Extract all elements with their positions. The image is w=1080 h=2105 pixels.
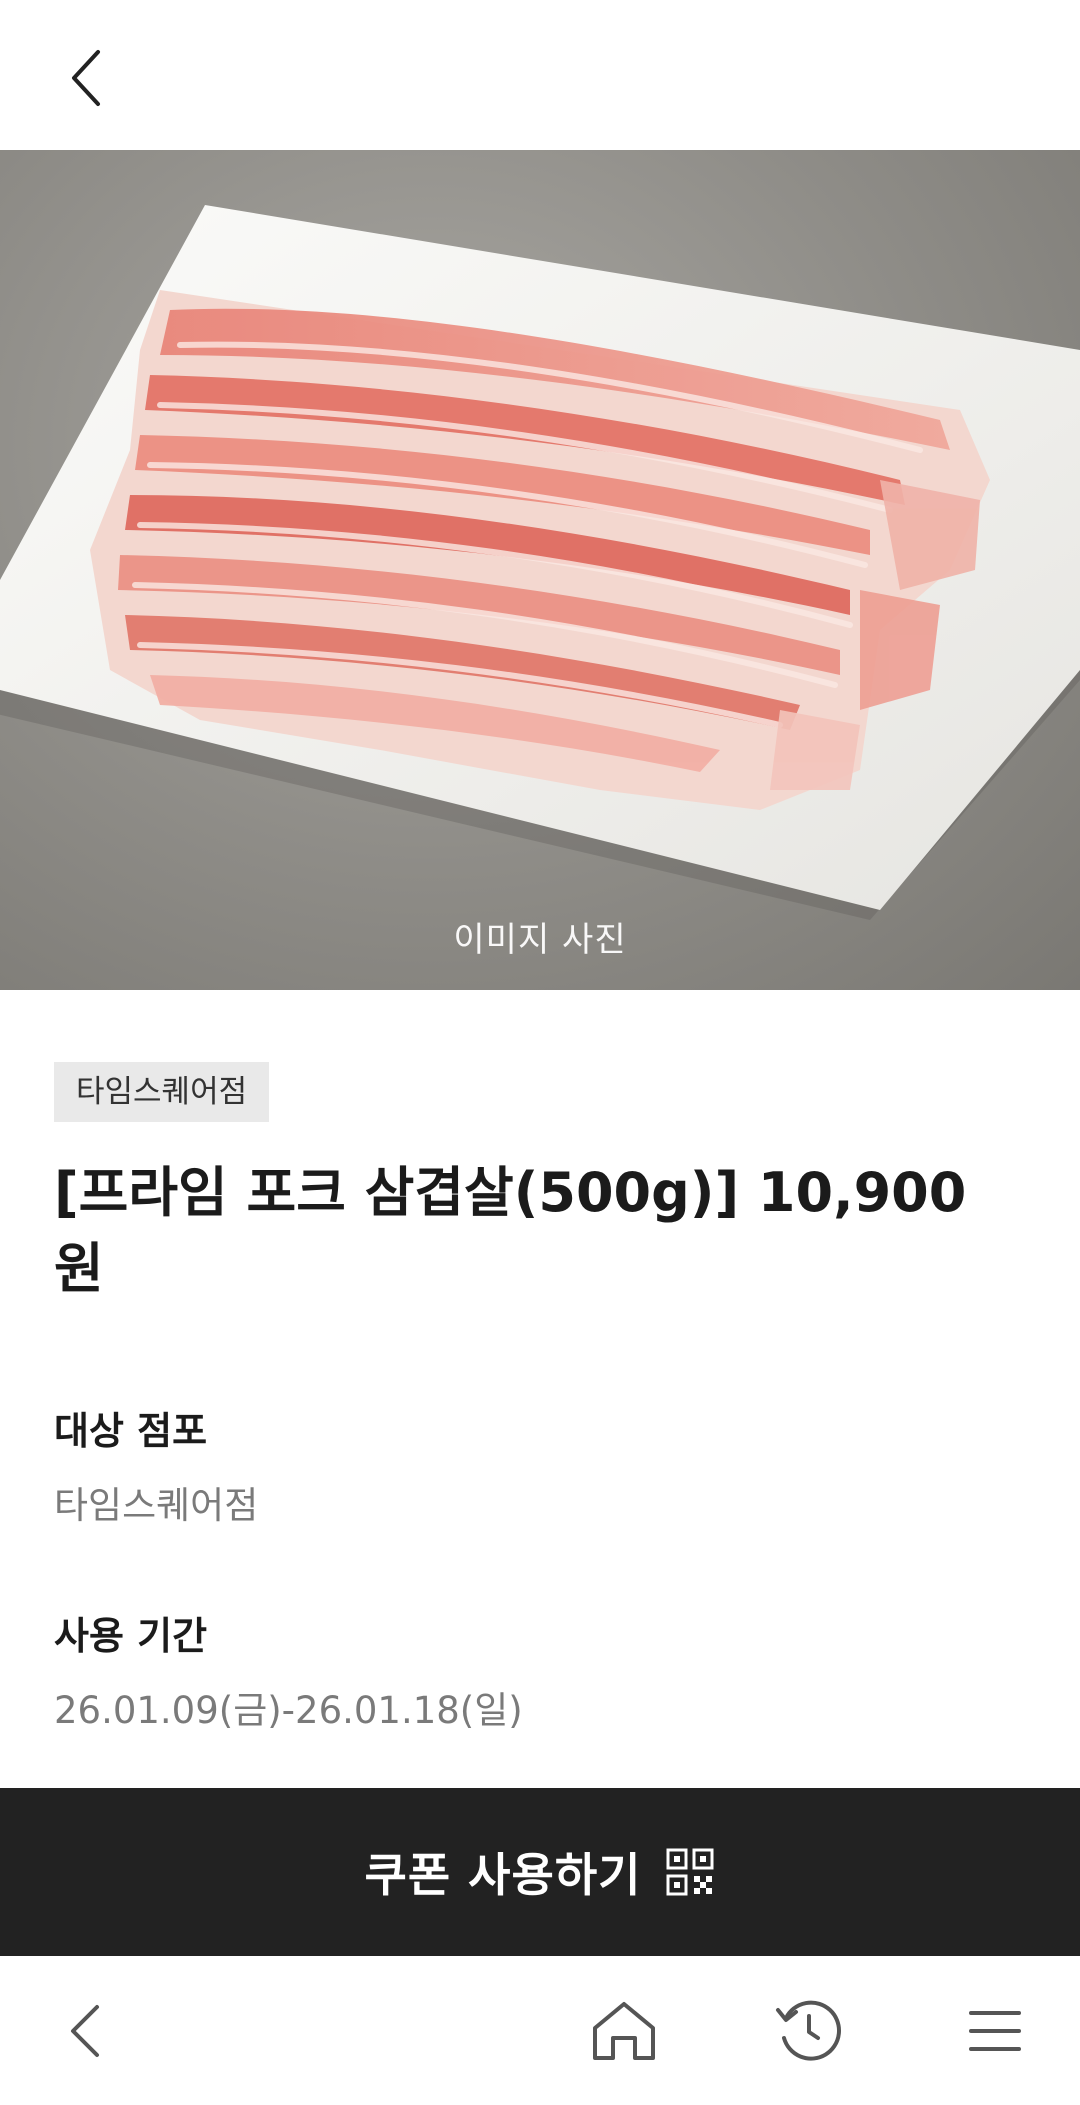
back-icon (71, 2005, 99, 2057)
nav-back-button[interactable] (30, 1976, 140, 2086)
image-caption: 이미지 사진 (453, 920, 627, 960)
menu-icon (969, 2011, 1021, 2051)
product-image: 이미지 사진 (0, 150, 1080, 990)
bottom-navigation (0, 1956, 1080, 2105)
back-button[interactable] (54, 38, 118, 118)
qr-code-icon (666, 1848, 714, 1896)
use-coupon-button[interactable]: 쿠폰 사용하기 (0, 1788, 1080, 1956)
chevron-left-icon (72, 50, 100, 106)
nav-menu-button[interactable] (940, 1976, 1050, 2086)
store-label: 대상 점포 (54, 1409, 208, 1453)
store-value: 타임스퀘어점 (54, 1484, 259, 1527)
period-value: 26.01.09(금)-26.01.18(일) (54, 1689, 523, 1732)
history-icon (776, 2000, 841, 2061)
home-icon (593, 2002, 655, 2060)
period-label: 사용 기간 (54, 1614, 208, 1658)
store-badge: 타임스퀘어점 (54, 1062, 270, 1122)
pork-belly-illustration (0, 205, 1080, 920)
product-title: [프라임 포크 삼겹살(500g)] 10,900원 (54, 1161, 967, 1300)
nav-history-button[interactable] (754, 1976, 864, 2086)
top-bar (0, 0, 1080, 150)
nav-home-button[interactable] (569, 1976, 679, 2086)
use-coupon-label: 쿠폰 사용하기 (364, 1848, 642, 1902)
